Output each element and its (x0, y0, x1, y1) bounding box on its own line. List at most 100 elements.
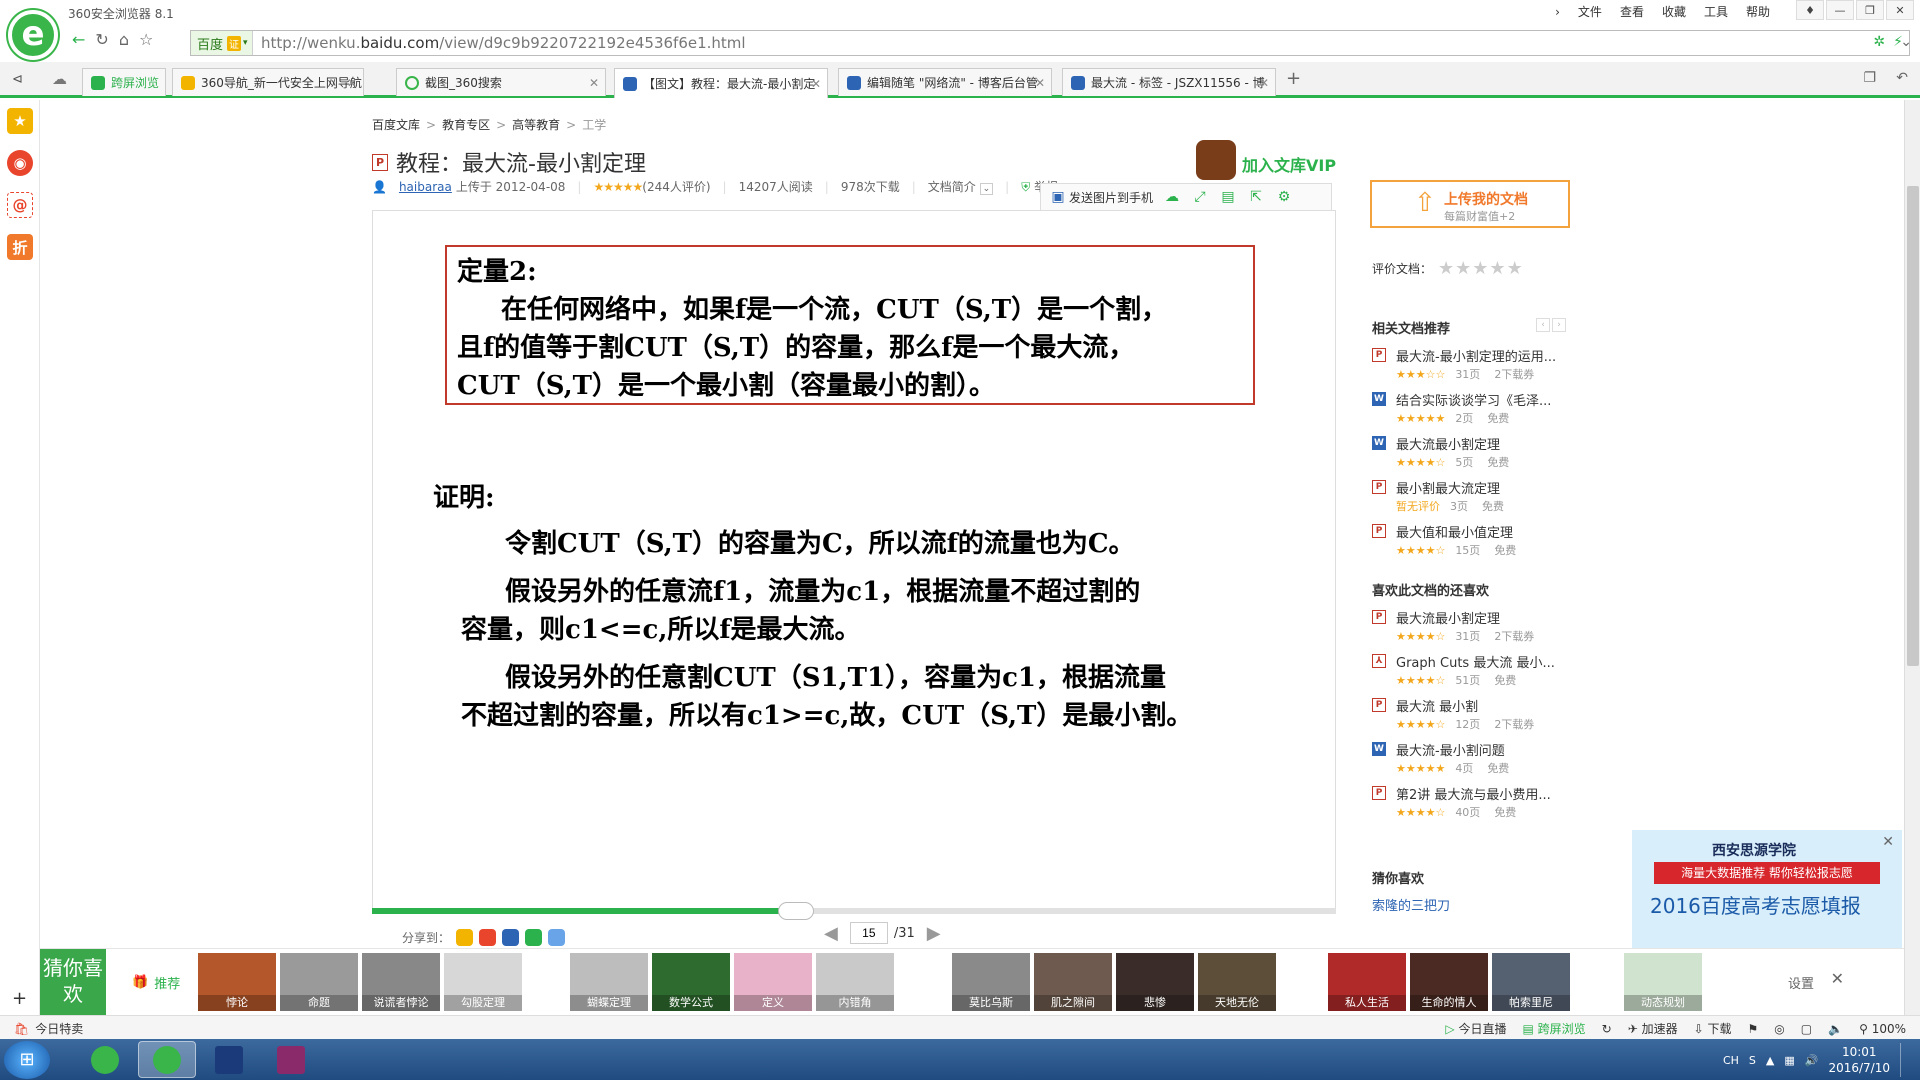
doc-list-item[interactable]: P 最小割最大流定理 暂无评价 3页 免费 (1372, 478, 1572, 522)
undo-close-icon[interactable]: ↶ (1896, 70, 1908, 86)
sidebar-toggle-icon[interactable]: ⊲ (12, 72, 23, 87)
doc-list-item[interactable]: P 最大流最小割定理 ★★★★☆ 31页 2下载券 (1372, 608, 1572, 652)
tray-arrow-icon[interactable]: ▲ (1766, 1054, 1774, 1067)
breadcrumb-engineering[interactable]: 工学 (582, 116, 606, 133)
recommend-thumbnail[interactable]: 肌之隙间 (1034, 953, 1112, 1011)
recommend-thumbnail[interactable]: 蝴蝶定理 (570, 953, 648, 1011)
cloud-save-icon[interactable]: ☁ (1163, 188, 1181, 206)
live-link[interactable]: ▷ 今日直播 (1445, 1020, 1506, 1037)
recommend-thumbnail[interactable]: 动态规划 (1624, 953, 1702, 1011)
related-next-icon[interactable]: › (1552, 318, 1566, 332)
download-link[interactable]: ⇩ 下载 (1694, 1020, 1732, 1037)
share-more-icon[interactable] (548, 928, 566, 946)
doc-list-item[interactable]: W 结合实际谈谈学习《毛泽... ★★★★★ 2页 免费 (1372, 390, 1572, 434)
recommend-thumbnail[interactable]: 勾股定理 (444, 953, 522, 1011)
doc-name[interactable]: 最大流最小割定理 (1396, 434, 1500, 453)
breadcrumb-higher-edu[interactable]: 高等教育 (512, 116, 560, 133)
close-strip-icon[interactable]: ✕ (1831, 969, 1844, 988)
prev-page-icon[interactable]: ◀ (824, 923, 838, 944)
weibo-icon[interactable]: ◉ (7, 150, 33, 176)
doc-list-item[interactable]: P 第2讲 最大流与最小费用... ★★★★☆ 40页 免费 (1372, 784, 1572, 828)
recommend-thumbnail[interactable]: 生命的情人 (1410, 953, 1488, 1011)
send-to-phone-button[interactable]: 发送图片到手机 (1069, 189, 1153, 206)
doc-list-item[interactable]: P 最大流-最小割定理的运用... ★★★☆☆ 31页 2下载券 (1372, 346, 1572, 390)
menu-tools[interactable]: 工具 (1704, 3, 1728, 20)
settings-gear-icon[interactable]: ⚙ (1275, 188, 1293, 206)
taskbar-devcpp-icon[interactable] (200, 1041, 258, 1078)
recommend-thumbnail[interactable]: 私人生活 (1328, 953, 1406, 1011)
back-icon[interactable]: ← (72, 30, 85, 49)
cloud-icon[interactable]: ☁ (52, 70, 67, 88)
recommend-thumbnail[interactable]: 天地无伦 (1198, 953, 1276, 1011)
doc-name[interactable]: 最大值和最小值定理 (1396, 522, 1513, 541)
discount-icon[interactable]: 折 (7, 234, 33, 260)
zoom-level[interactable]: ⚲ 100% (1859, 1022, 1906, 1036)
doc-name[interactable]: 最小割最大流定理 (1396, 478, 1500, 497)
share-renren-icon[interactable] (502, 928, 520, 946)
document-viewer[interactable]: 定量2: 在任何网络中，如果f是一个流，CUT（S,T）是一个割， 且f的值等于… (372, 210, 1336, 910)
taskbar-360-icon[interactable] (76, 1041, 134, 1078)
strip-settings-button[interactable]: 设置 (1788, 973, 1814, 992)
cross-screen-link[interactable]: ▤ 跨屏浏览 (1522, 1020, 1585, 1037)
sound-icon[interactable]: 🔊 (1805, 1054, 1819, 1067)
menu-favorites[interactable]: 收藏 (1662, 3, 1686, 20)
network-icon[interactable]: ▦ (1784, 1054, 1794, 1067)
star-icon[interactable]: ☆ (139, 30, 153, 49)
tab-360-nav[interactable]: 360导航_新一代安全上网导航 ✕ (172, 68, 364, 96)
start-button[interactable]: ⊞ (4, 1041, 50, 1079)
close-tab-icon[interactable]: ✕ (589, 76, 599, 90)
add-sidebar-button[interactable]: + (12, 988, 27, 1009)
recommend-thumbnail[interactable]: 莫比乌斯 (952, 953, 1030, 1011)
doc-name[interactable]: 最大流-最小割问题 (1396, 740, 1505, 759)
maximize-button[interactable]: ❐ (1856, 0, 1884, 20)
doc-list-item[interactable]: P 最大值和最小值定理 ★★★★☆ 15页 免费 (1372, 522, 1572, 566)
progress-handle[interactable] (778, 902, 815, 920)
share-wechat-icon[interactable] (525, 928, 543, 946)
recommend-thumbnail[interactable]: 命题 (280, 953, 358, 1011)
close-tab-icon[interactable]: ✕ (811, 77, 821, 91)
page-number-input[interactable] (849, 922, 888, 944)
taskbar-360-active-icon[interactable] (138, 1041, 196, 1078)
close-tab-icon[interactable]: ✕ (347, 76, 357, 90)
recommend-thumbnail[interactable]: 帕索里尼 (1492, 953, 1570, 1011)
next-page-icon[interactable]: ▶ (927, 923, 941, 944)
recommend-thumbnail[interactable]: 数学公式 (652, 953, 730, 1011)
doc-intro-dropdown[interactable]: 文档简介 ⌄ (928, 178, 994, 195)
close-tab-icon[interactable]: ✕ (1259, 76, 1269, 90)
tab-cnblogs-editor[interactable]: 编辑随笔 "网络流" - 博客后台管 ✕ (838, 68, 1052, 96)
tab-doc-active[interactable]: 【图文】教程：最大流-最小割定 ✕ (614, 68, 828, 98)
share-icon[interactable]: ⇱ (1247, 188, 1265, 206)
browser-logo-icon[interactable]: e (8, 10, 58, 60)
doc-name[interactable]: 最大流-最小割定理的运用... (1396, 346, 1556, 365)
flag-icon[interactable]: ⚑ (1748, 1022, 1759, 1036)
vip-promo[interactable]: 加入文库VIP (1196, 140, 1336, 180)
recommend-thumbnail[interactable]: 悲惨 (1116, 953, 1194, 1011)
breadcrumb-education[interactable]: 教育专区 (442, 116, 490, 133)
home-icon[interactable]: ⌂ (119, 30, 129, 49)
doc-list-item[interactable]: W 最大流最小割定理 ★★★★☆ 5页 免费 (1372, 434, 1572, 478)
doc-name[interactable]: 最大流最小割定理 (1396, 608, 1500, 627)
ad-banner[interactable]: ✕ 西安思源学院 海量大数据推荐 帮你轻松报志愿 2016百度高考志愿填报 (1632, 830, 1902, 950)
minimize-button[interactable]: — (1826, 0, 1854, 20)
related-prev-icon[interactable]: ‹ (1536, 318, 1550, 332)
favorites-icon[interactable]: ★ (7, 108, 33, 134)
menu-view[interactable]: 查看 (1620, 3, 1644, 20)
clock[interactable]: 10:01 2016/7/10 (1828, 1044, 1890, 1076)
tab-cross-screen[interactable]: 跨屏浏览 (82, 68, 166, 96)
author-link[interactable]: haibaraa (399, 180, 452, 194)
close-window-button[interactable]: ✕ (1886, 0, 1914, 20)
lang-indicator[interactable]: CH (1723, 1054, 1739, 1067)
security-icon[interactable]: ✲ (1873, 34, 1885, 50)
breadcrumb-wenku[interactable]: 百度文库 (372, 116, 420, 133)
upload-doc-button[interactable]: ⇧ 上传我的文档 每篇财富值+2 (1370, 180, 1570, 228)
tab-360-search[interactable]: 截图_360搜索 ✕ (396, 68, 606, 96)
share-weibo-icon[interactable] (479, 928, 497, 946)
doc-name[interactable]: 第2讲 最大流与最小费用... (1396, 784, 1551, 803)
refresh-status-icon[interactable]: ↻ (1602, 1022, 1612, 1036)
accelerator-link[interactable]: ✈ 加速器 (1628, 1020, 1678, 1037)
ime-icon[interactable]: S (1749, 1054, 1756, 1067)
address-dropdown-icon[interactable]: ⌄ (1900, 34, 1912, 50)
skin-icon[interactable]: ♦ (1796, 0, 1824, 20)
menu-help[interactable]: 帮助 (1746, 3, 1770, 20)
recommend-thumbnail[interactable]: 定义 (734, 953, 812, 1011)
